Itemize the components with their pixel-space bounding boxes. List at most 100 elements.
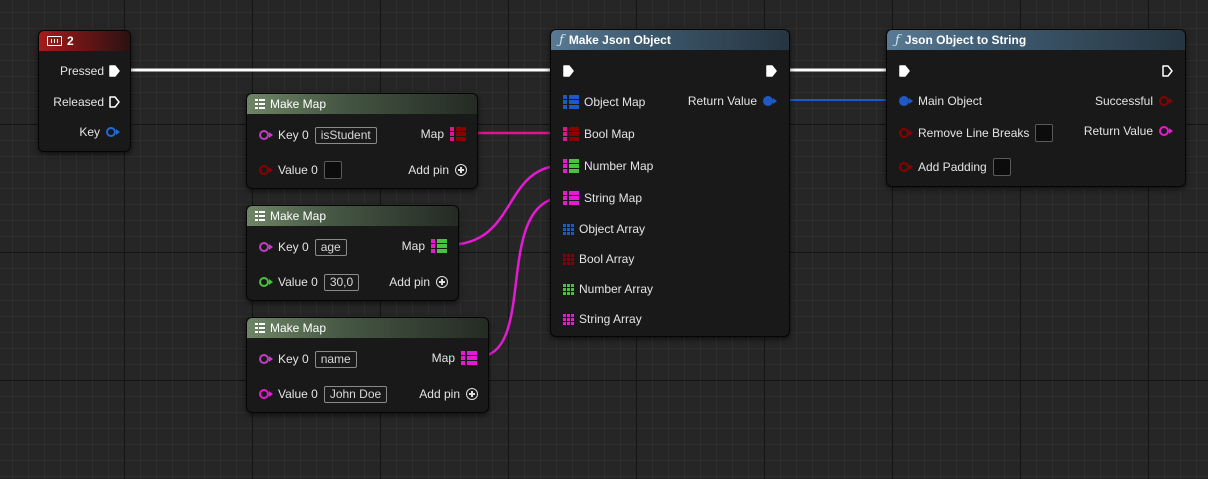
pressed-pin-row[interactable]: Pressed	[60, 62, 120, 80]
key-0-input[interactable]: age	[314, 238, 347, 256]
make-json-object-node[interactable]: ƒ Make Json Object Object Map Bool Map N…	[550, 29, 790, 337]
exec-in-pin[interactable]	[563, 62, 574, 80]
float-pin-icon[interactable]	[259, 277, 273, 287]
bool-pin-icon[interactable]	[259, 165, 273, 175]
string-array-label: String Array	[579, 312, 642, 326]
value-0-pin[interactable]: Value 0	[259, 161, 342, 179]
exec-out-pin[interactable]	[1162, 62, 1173, 80]
remove-line-breaks-label: Remove Line Breaks	[918, 126, 1030, 140]
number-map-icon[interactable]	[431, 239, 447, 253]
make-map-header[interactable]: Make Map	[247, 318, 488, 338]
bool-map-icon[interactable]	[450, 127, 466, 141]
string-pin-icon[interactable]	[1159, 126, 1173, 136]
add-pin-button[interactable]: Add pin	[408, 161, 467, 179]
return-value-pin[interactable]: Return Value	[688, 92, 777, 110]
bool-array-icon	[563, 253, 574, 265]
exec-pin-icon[interactable]	[563, 65, 574, 77]
map-output-pin[interactable]: Map	[421, 125, 466, 143]
exec-in-pin[interactable]	[899, 62, 910, 80]
name-pin-icon[interactable]	[259, 242, 273, 252]
add-padding-checkbox[interactable]	[992, 158, 1011, 176]
make-map-title: Make Map	[270, 97, 327, 111]
key-0-pin[interactable]: Key 0 age	[259, 238, 347, 256]
keyboard-event-header[interactable]: 2	[39, 31, 130, 51]
object-array-pin[interactable]: Object Array	[563, 220, 645, 238]
value-0-pin[interactable]: Value 0 30,0	[259, 273, 360, 291]
key-0-input[interactable]: name	[314, 350, 357, 368]
successful-label: Successful	[1094, 94, 1153, 108]
main-object-pin[interactable]: Main Object	[899, 92, 982, 110]
map-output-label: Map	[401, 239, 425, 253]
add-pin-plus-icon[interactable]	[466, 388, 478, 400]
remove-line-breaks-checkbox[interactable]	[1035, 124, 1054, 142]
return-value-label: Return Value	[687, 94, 757, 108]
map-output-pin[interactable]: Map	[402, 237, 447, 255]
json-object-to-string-node[interactable]: ƒ Json Object to String Main Object Remo…	[886, 29, 1186, 187]
struct-pin-icon[interactable]	[763, 96, 777, 106]
value-0-input[interactable]: John Doe	[323, 385, 388, 403]
add-pin-plus-icon[interactable]	[455, 164, 467, 176]
exec-pin-icon[interactable]	[766, 65, 777, 77]
bool-pin-icon[interactable]	[899, 128, 913, 138]
exec-pin-icon[interactable]	[1162, 65, 1173, 77]
map-output-label: Map	[431, 351, 455, 365]
json-object-to-string-header[interactable]: ƒ Json Object to String	[887, 30, 1185, 50]
number-map-pin[interactable]: Number Map	[563, 157, 653, 175]
key-pin-row[interactable]: Key	[79, 123, 120, 141]
bool-pin-icon[interactable]	[899, 162, 913, 172]
number-map-icon	[563, 159, 579, 173]
exec-pin-icon[interactable]	[109, 65, 120, 77]
object-map-pin[interactable]: Object Map	[563, 93, 645, 111]
object-map-label: Object Map	[584, 95, 646, 109]
name-pin-icon[interactable]	[259, 354, 273, 364]
map-output-pin[interactable]: Map	[432, 349, 477, 367]
name-pin-icon[interactable]	[259, 130, 273, 140]
exec-out-pin[interactable]	[766, 62, 777, 80]
bool-map-label: Bool Map	[584, 127, 635, 141]
successful-pin[interactable]: Successful	[1095, 92, 1173, 110]
string-pin-icon[interactable]	[259, 389, 273, 399]
keyboard-event-node[interactable]: 2 Pressed Released Key	[38, 30, 131, 152]
make-map-node-string[interactable]: Make Map Key 0 name Value 0 John Doe Map…	[246, 317, 489, 413]
make-json-object-title: Make Json Object	[568, 33, 671, 47]
add-padding-pin[interactable]: Add Padding	[899, 158, 1011, 176]
key-0-pin[interactable]: Key 0 isStudent	[259, 126, 377, 144]
released-pin-row[interactable]: Released	[53, 93, 120, 111]
string-array-pin[interactable]: String Array	[563, 310, 642, 328]
string-map-pin[interactable]: String Map	[563, 189, 642, 207]
string-map-icon[interactable]	[461, 351, 477, 365]
object-array-icon	[563, 223, 574, 235]
bool-pin-icon[interactable]	[1159, 96, 1173, 106]
value-0-input[interactable]: 30,0	[323, 273, 360, 291]
exec-pin-icon[interactable]	[109, 96, 120, 108]
bool-map-pin[interactable]: Bool Map	[563, 125, 635, 143]
add-pin-plus-icon[interactable]	[436, 276, 448, 288]
remove-line-breaks-pin[interactable]: Remove Line Breaks	[899, 124, 1054, 142]
value-0-checkbox[interactable]	[323, 161, 342, 179]
struct-pin-icon[interactable]	[899, 96, 913, 106]
value-0-label: Value 0	[278, 387, 318, 401]
exec-pin-icon[interactable]	[899, 65, 910, 77]
make-map-node-bool[interactable]: Make Map Key 0 isStudent Value 0 Map Add…	[246, 93, 478, 189]
main-object-label: Main Object	[918, 94, 983, 108]
make-map-title: Make Map	[270, 209, 327, 223]
bool-array-pin[interactable]: Bool Array	[563, 250, 634, 268]
value-0-pin[interactable]: Value 0 John Doe	[259, 385, 388, 403]
add-padding-label: Add Padding	[918, 160, 987, 174]
map-list-icon	[255, 211, 265, 221]
pressed-label: Pressed	[59, 64, 104, 78]
key-0-pin[interactable]: Key 0 name	[259, 350, 357, 368]
make-json-object-header[interactable]: ƒ Make Json Object	[551, 30, 789, 50]
add-pin-button[interactable]: Add pin	[419, 385, 478, 403]
number-array-pin[interactable]: Number Array	[563, 280, 653, 298]
struct-pin-icon[interactable]	[106, 127, 120, 137]
make-map-header[interactable]: Make Map	[247, 206, 458, 226]
make-map-node-number[interactable]: Make Map Key 0 age Value 0 30,0 Map Add …	[246, 205, 459, 301]
number-map-label: Number Map	[584, 159, 654, 173]
string-array-icon	[563, 313, 574, 325]
add-pin-button[interactable]: Add pin	[389, 273, 448, 291]
key-0-input[interactable]: isStudent	[314, 126, 377, 144]
make-map-header[interactable]: Make Map	[247, 94, 477, 114]
return-value-string-pin[interactable]: Return Value	[1084, 122, 1173, 140]
key-label: Key	[79, 125, 100, 139]
